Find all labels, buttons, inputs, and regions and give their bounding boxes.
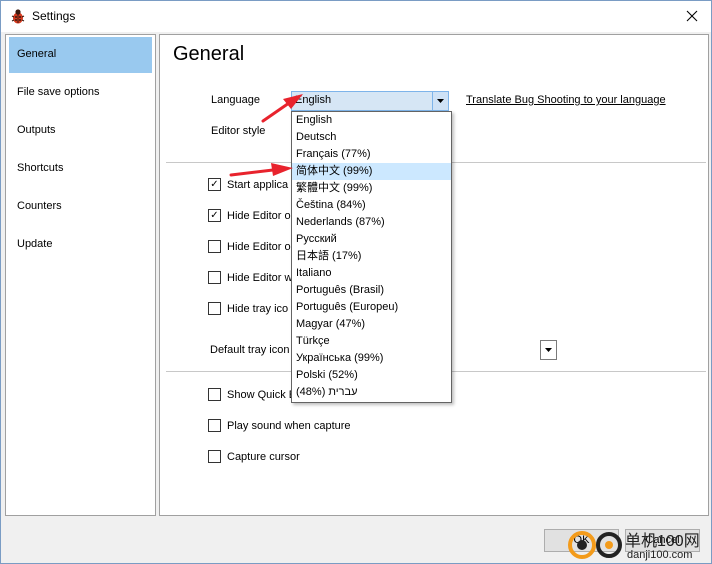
bug-icon (11, 9, 25, 24)
sidebar-item-label: Outputs (17, 124, 56, 136)
checkbox-box[interactable] (208, 388, 221, 401)
checkbox-play-sound[interactable]: Play sound when capture (208, 419, 351, 432)
language-option[interactable]: Magyar (47%) (292, 316, 451, 333)
checkbox-label: Play sound when capture (227, 419, 351, 432)
checkbox-label: Start applica (227, 178, 289, 191)
settings-sidebar: General File save options Outputs Shortc… (5, 34, 156, 516)
checkbox-box[interactable] (208, 419, 221, 432)
sidebar-item-label: File save options (17, 86, 100, 98)
sidebar-item-label: Shortcuts (17, 162, 64, 174)
checkbox-hide-editor-1[interactable]: ✓ Hide Editor o (208, 209, 291, 222)
language-option[interactable]: Português (Europeu) (292, 299, 451, 316)
language-option[interactable]: Français (77%) (292, 146, 451, 163)
sidebar-item-label: Counters (17, 200, 62, 212)
checkbox-label: Show Quick E (227, 388, 297, 401)
default-tray-icon-label: Default tray icon (210, 344, 290, 356)
sidebar-item-general[interactable]: General (9, 37, 152, 73)
language-option[interactable]: 繁體中文 (99%) (292, 180, 451, 197)
checkbox-label: Hide Editor w (227, 271, 293, 284)
language-option[interactable]: 日本語 (17%) (292, 248, 451, 265)
checkbox-start-application[interactable]: ✓ Start applica (208, 178, 288, 191)
checkbox-box[interactable] (208, 302, 221, 315)
checkbox-box[interactable] (208, 271, 221, 284)
language-dropdown-list: English Deutsch Français (77%) 简体中文 (99%… (291, 111, 452, 403)
dropdown-button[interactable] (432, 92, 448, 110)
checkbox-box[interactable]: ✓ (208, 178, 221, 191)
language-option[interactable]: Nederlands (87%) (292, 214, 451, 231)
language-option[interactable]: English (292, 112, 451, 129)
sidebar-item-outputs[interactable]: Outputs (9, 113, 152, 149)
watermark-text: 单机100网 (625, 533, 700, 550)
watermark-logo-icon (568, 531, 622, 559)
sidebar-item-label: General (17, 48, 57, 60)
language-option[interactable]: Čeština (84%) (292, 197, 451, 214)
language-option[interactable]: Deutsch (292, 129, 451, 146)
checkbox-hide-tray-icon[interactable]: Hide tray ico (208, 302, 288, 315)
watermark-url: danji100.com (627, 549, 693, 561)
title-bar: Settings (1, 1, 711, 32)
checkbox-label: Hide tray ico (227, 302, 289, 315)
checkbox-show-quick-editor[interactable]: Show Quick E (208, 388, 296, 401)
language-option[interactable]: Русский (292, 231, 451, 248)
language-option[interactable]: עברית (48%) (292, 384, 451, 401)
sidebar-item-update[interactable]: Update (9, 227, 152, 263)
checkbox-hide-editor-2[interactable]: Hide Editor o (208, 240, 291, 253)
language-option[interactable]: Українська (99%) (292, 350, 451, 367)
close-button[interactable] (679, 4, 705, 28)
sidebar-item-shortcuts[interactable]: Shortcuts (9, 151, 152, 187)
sidebar-item-counters[interactable]: Counters (9, 189, 152, 225)
window-title: Settings (32, 9, 76, 23)
close-icon (686, 10, 698, 22)
settings-window: Settings General File save options Outpu… (0, 0, 712, 564)
language-label: Language (211, 94, 260, 106)
page-title: General (173, 43, 245, 65)
language-select[interactable]: English (291, 91, 449, 111)
checkbox-capture-cursor[interactable]: Capture cursor (208, 450, 300, 463)
checkbox-box[interactable] (208, 240, 221, 253)
watermark: 单机100网 danji100.com (565, 521, 700, 563)
checkbox-label: Hide Editor o (227, 240, 291, 253)
checkbox-box[interactable]: ✓ (208, 209, 221, 222)
language-option-highlighted[interactable]: 简体中文 (99%) (292, 163, 451, 180)
checkbox-box[interactable] (208, 450, 221, 463)
checkbox-label: Hide Editor o (227, 209, 291, 222)
chevron-down-icon (545, 348, 552, 352)
translate-link[interactable]: Translate Bug Shooting to your language (466, 94, 666, 106)
chevron-down-icon (437, 99, 444, 103)
tray-icon-select[interactable] (540, 340, 557, 360)
checkbox-label: Capture cursor (227, 450, 300, 463)
language-select-value: English (295, 94, 332, 106)
language-option[interactable]: Türkçe (292, 333, 451, 350)
language-option[interactable]: Português (Brasil) (292, 282, 451, 299)
checkbox-hide-editor-3[interactable]: Hide Editor w (208, 271, 292, 284)
language-option[interactable]: Polski (52%) (292, 367, 451, 384)
sidebar-item-file-save-options[interactable]: File save options (9, 75, 152, 111)
editor-style-label: Editor style (211, 125, 266, 137)
language-option[interactable]: Italiano (292, 265, 451, 282)
sidebar-item-label: Update (17, 238, 53, 250)
